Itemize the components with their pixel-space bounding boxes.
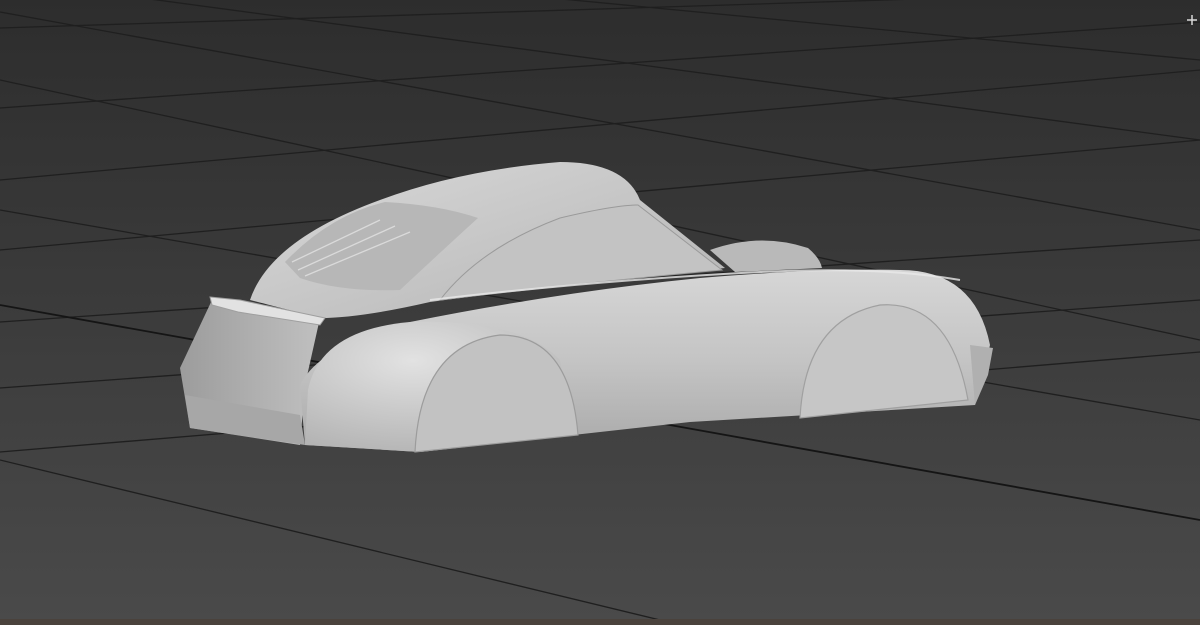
viewport-bottom-bar xyxy=(0,619,1200,625)
3d-viewport[interactable] xyxy=(0,0,1200,625)
viewport-scene[interactable] xyxy=(0,0,1200,625)
plus-marker-icon xyxy=(1187,15,1197,25)
